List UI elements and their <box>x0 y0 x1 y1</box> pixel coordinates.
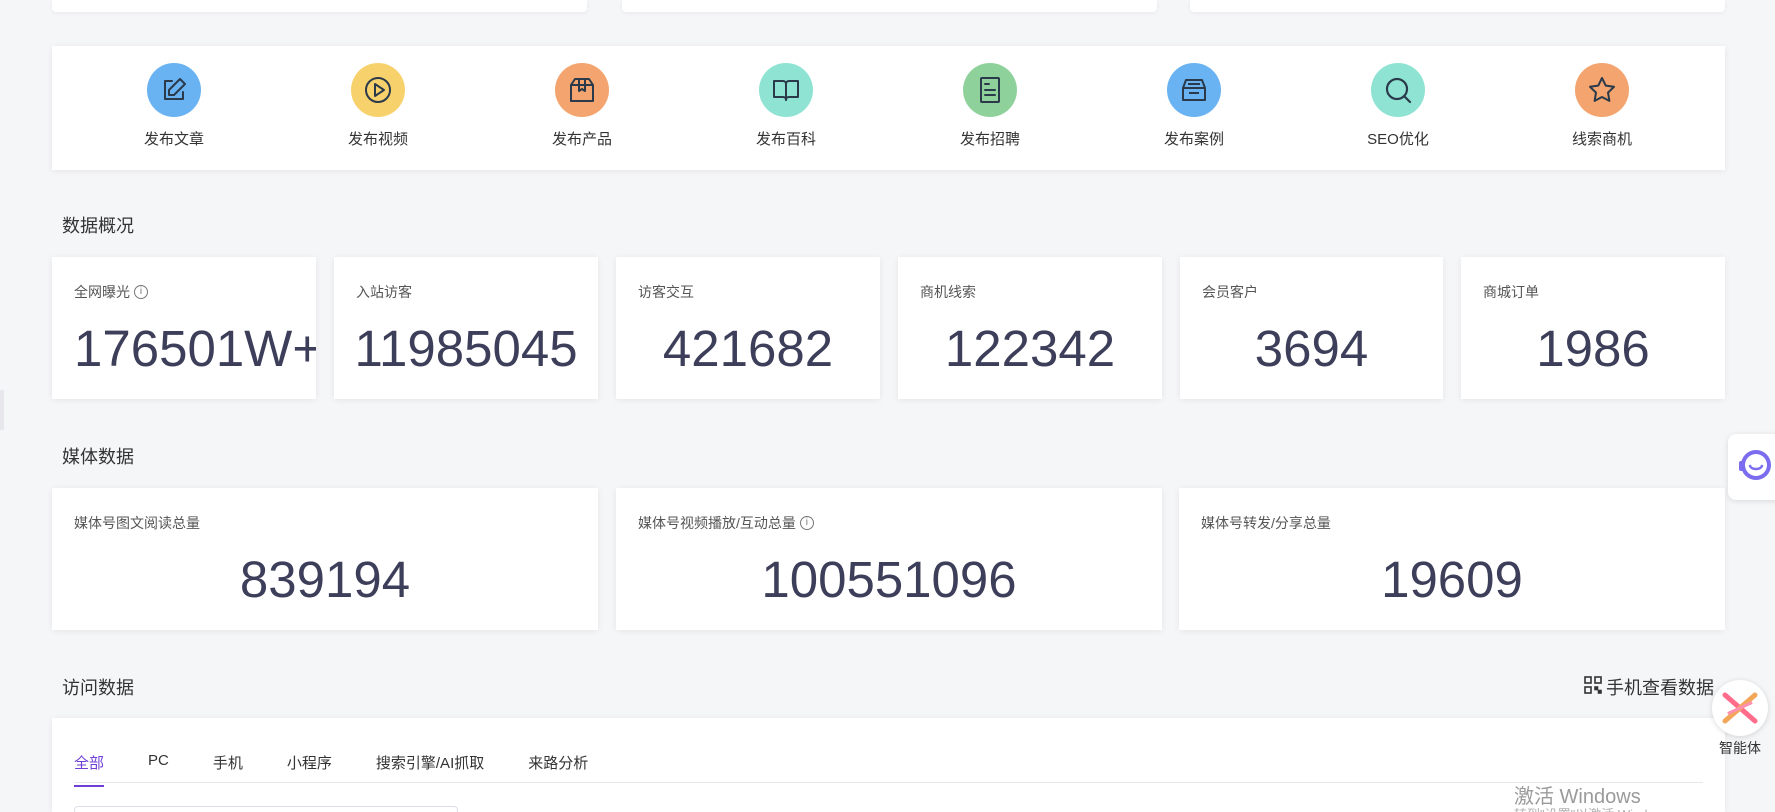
quick-action-label: 线索商机 <box>1571 131 1632 148</box>
media-card-video-plays[interactable]: 媒体号视频播放/互动总量 i 100551096 <box>616 488 1162 630</box>
mobile-view-data-link[interactable]: 手机查看数据 <box>1584 674 1714 700</box>
stat-card-business-leads[interactable]: 商机线索 122342 <box>898 257 1162 399</box>
stat-value: 3694 <box>1254 320 1369 377</box>
media-card-shares[interactable]: 媒体号转发/分享总量 19609 <box>1179 488 1725 630</box>
stat-card-member-customers[interactable]: 会员客户 3694 <box>1180 257 1443 399</box>
visits-title: 访问数据 <box>62 678 134 698</box>
media-title: 媒体数据 <box>62 447 134 467</box>
mobile-view-data-label: 手机查看数据 <box>1606 678 1714 698</box>
stat-value: 11985045 <box>354 320 578 377</box>
quick-action-label: 发布百科 <box>755 131 816 148</box>
quick-action-publish-wiki[interactable]: 发布百科 <box>721 46 851 170</box>
stat-label-text: 媒体号视频播放/互动总量 <box>638 515 796 531</box>
quick-action-label: 发布文章 <box>143 131 204 148</box>
overview-title: 数据概况 <box>62 216 134 236</box>
stat-card-inbound-visitors[interactable]: 入站访客 11985045 <box>334 257 598 399</box>
tabs-divider <box>74 782 1703 783</box>
quick-action-publish-video[interactable]: 发布视频 <box>313 46 443 170</box>
stat-card-exposure[interactable]: 全网曝光 i 176501W+ <box>52 257 316 399</box>
stat-card-visitor-interaction[interactable]: 访客交互 421682 <box>616 257 880 399</box>
quick-action-label: 发布案例 <box>1163 131 1224 148</box>
quick-actions-bar: 发布文章 发布视频 发布产品 发布百科 发布招聘 发布案例 SEO优化 线索商机 <box>52 46 1725 170</box>
stat-label: 入站访客 <box>356 284 412 300</box>
book-icon <box>759 63 813 117</box>
stat-label: 媒体号图文阅读总量 <box>74 515 200 531</box>
stat-label: 媒体号转发/分享总量 <box>1201 515 1331 531</box>
box-icon <box>555 63 609 117</box>
quick-action-leads[interactable]: 线索商机 <box>1537 46 1667 170</box>
dashboard-page: 发布文章 发布视频 发布产品 发布百科 发布招聘 发布案例 SEO优化 线索商机… <box>0 0 1775 812</box>
stat-card-mall-orders[interactable]: 商城订单 1986 <box>1461 257 1725 399</box>
quick-action-publish-product[interactable]: 发布产品 <box>517 46 647 170</box>
windows-activation-subtext: 转到"设置"以激活 Windows。 <box>1514 804 1684 812</box>
stat-value: 176501W+ <box>74 320 316 377</box>
quick-action-label: 发布视频 <box>347 131 408 148</box>
media-card-article-reads[interactable]: 媒体号图文阅读总量 839194 <box>52 488 598 630</box>
stat-label: 会员客户 <box>1202 284 1258 300</box>
quick-action-label: 发布招聘 <box>959 131 1020 148</box>
stat-value: 421682 <box>662 320 834 377</box>
left-edge-marker <box>0 390 4 430</box>
qrcode-icon <box>1584 675 1602 699</box>
quick-action-publish-recruit[interactable]: 发布招聘 <box>925 46 1055 170</box>
quick-action-publish-article[interactable]: 发布文章 <box>109 46 239 170</box>
search-icon <box>1371 63 1425 117</box>
top-card-3 <box>1190 0 1725 12</box>
edit-icon <box>147 63 201 117</box>
stat-value: 839194 <box>239 551 411 608</box>
stat-value: 19609 <box>1381 551 1523 608</box>
quick-action-label: 发布产品 <box>551 131 612 148</box>
quick-action-seo[interactable]: SEO优化 <box>1333 46 1463 170</box>
star-icon <box>1575 63 1629 117</box>
stat-label: 商城订单 <box>1483 284 1539 300</box>
filter-input[interactable] <box>74 806 458 812</box>
stat-label: 媒体号视频播放/互动总量 i <box>638 513 814 533</box>
visits-card: 全部 PC 手机 小程序 搜索引擎/AI抓取 来路分析 <box>52 718 1725 812</box>
info-icon[interactable]: i <box>134 285 148 299</box>
ai-agent-label: 智能体 <box>1719 740 1761 756</box>
info-icon[interactable]: i <box>799 516 814 530</box>
quick-action-publish-case[interactable]: 发布案例 <box>1129 46 1259 170</box>
stat-value: 122342 <box>944 320 1116 377</box>
play-icon <box>351 63 405 117</box>
stat-label: 访客交互 <box>638 284 694 300</box>
customer-service-button[interactable] <box>1728 434 1775 500</box>
stat-value: 1986 <box>1536 320 1650 377</box>
inbox-icon <box>1167 63 1221 117</box>
stat-label-text: 全网曝光 <box>74 284 130 300</box>
top-card-1 <box>52 0 587 12</box>
document-icon <box>963 63 1017 117</box>
quick-action-label: SEO优化 <box>1367 131 1429 148</box>
ai-agent-button[interactable]: 智能体 <box>1710 680 1770 770</box>
ai-agent-icon <box>1712 680 1768 736</box>
stat-label: 全网曝光 i <box>74 282 148 302</box>
top-card-2 <box>622 0 1157 12</box>
stat-label: 商机线索 <box>920 284 976 300</box>
headset-icon <box>1734 445 1774 490</box>
stat-value: 100551096 <box>761 551 1017 608</box>
